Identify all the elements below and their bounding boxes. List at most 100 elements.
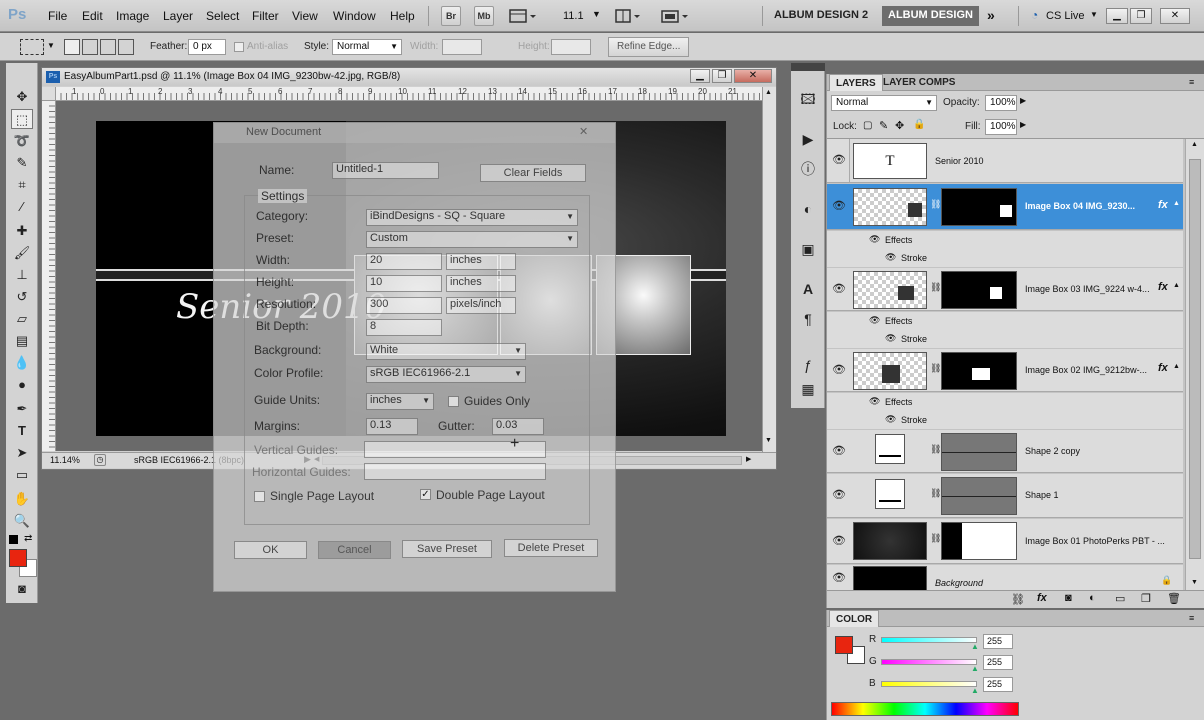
cs-live-button[interactable]: CS Live [1046, 10, 1085, 22]
green-slider-handle-icon[interactable]: ▲ [971, 664, 979, 673]
layer-row-image-box-02[interactable]: 👁 ⛓ Image Box 02 IMG_9212bw-... fx ▲ [827, 349, 1183, 392]
category-select[interactable]: iBindDesigns - SQ - Square ▼ [366, 209, 578, 226]
menu-file[interactable]: File [48, 9, 67, 23]
info-icon[interactable]: ⓘ [797, 159, 819, 179]
rectangle-tool-icon[interactable]: ▭ [11, 465, 33, 485]
color-panel-menu-icon[interactable]: ≡ [1189, 613, 1194, 623]
scroll-thumb[interactable] [1189, 159, 1201, 559]
foreground-color-swatch[interactable] [9, 549, 27, 567]
restore-button[interactable]: ❐ [1130, 8, 1152, 24]
lock-position-icon[interactable]: ✥ [895, 119, 904, 132]
quick-mask-icon[interactable]: ◙ [11, 579, 33, 599]
lock-all-icon[interactable]: 🔒 [913, 119, 925, 130]
swap-colors-icon[interactable]: ⇄ [24, 533, 32, 544]
stroke-row[interactable]: 👁 Stroke [827, 411, 1183, 429]
layers-scrollbar[interactable]: ▲ ▼ [1185, 139, 1204, 591]
navigator-icon[interactable]: ◐ [797, 199, 819, 219]
opacity-input[interactable]: 100% [985, 95, 1017, 111]
move-tool-icon[interactable]: ✥ [11, 87, 33, 107]
ruler-origin[interactable] [42, 87, 56, 101]
menu-image[interactable]: Image [116, 9, 149, 23]
collapse-effects-icon[interactable]: ▲ [1173, 363, 1180, 370]
eyedropper-tool-icon[interactable]: ⁄ [11, 197, 33, 217]
tab-color[interactable]: COLOR [829, 610, 880, 627]
guides-only-checkbox[interactable] [448, 396, 459, 407]
gradient-tool-icon[interactable]: ▤ [11, 331, 33, 351]
save-preset-button[interactable]: Save Preset [402, 540, 492, 558]
actions-icon[interactable]: ƒ [797, 355, 819, 375]
horizontal-ruler[interactable]: 1 0 1 2 3 4 5 6 7 8 9 10 11 12 13 14 15 … [56, 87, 762, 101]
blur-tool-icon[interactable]: 💧 [11, 353, 33, 373]
history-brush-tool-icon[interactable]: ↺ [11, 287, 33, 307]
style-select[interactable]: Normal ▼ [332, 39, 402, 55]
chain-link-icon[interactable]: ⛓ [930, 199, 941, 210]
feather-input[interactable]: 0 px [188, 39, 226, 55]
crop-tool-icon[interactable]: ⌗ [11, 175, 33, 195]
effects-eye-icon[interactable]: 👁 [869, 234, 880, 245]
blue-value-input[interactable]: 255 [983, 677, 1013, 692]
chain-link-icon[interactable]: ⛓ [930, 444, 941, 455]
default-colors-icon[interactable] [9, 535, 18, 544]
chain-link-icon[interactable]: ⛓ [930, 363, 941, 374]
opacity-slider-icon[interactable]: ▶ [1020, 96, 1026, 105]
zoom-percent-field[interactable]: 11.14% [50, 455, 80, 465]
horizontal-guides-input[interactable] [364, 463, 546, 480]
pen-tool-icon[interactable]: ✒ [11, 399, 33, 419]
intersect-selection-icon[interactable] [118, 39, 134, 55]
marquee-tool-icon[interactable]: ⬚ [11, 109, 33, 129]
adjustment-layer-icon[interactable]: ◐ [1089, 592, 1096, 604]
swatches-icon[interactable]: ▦ [797, 379, 819, 399]
tab-layer-comps[interactable]: LAYER COMPS [877, 74, 961, 91]
layer-row-shape-2-copy[interactable]: 👁 ⛓ Shape 2 copy [827, 430, 1183, 473]
chain-link-icon[interactable]: ⛓ [930, 282, 941, 293]
margins-input[interactable]: 0.13 [366, 418, 418, 435]
lock-image-icon[interactable]: ✎ [879, 119, 888, 132]
lasso-tool-icon[interactable]: ➰ [11, 131, 33, 151]
height-input[interactable] [551, 39, 591, 55]
status-info-icon[interactable]: ◷ [94, 454, 106, 466]
add-selection-icon[interactable] [82, 39, 98, 55]
guide-units-select[interactable]: inches ▼ [366, 393, 434, 410]
menu-help[interactable]: Help [390, 9, 415, 23]
refine-edge-button[interactable]: Refine Edge... [608, 37, 690, 57]
color-panel-foreground-swatch[interactable] [835, 636, 853, 654]
scroll-up-icon[interactable]: ▲ [765, 89, 772, 96]
workspace-album-design[interactable]: ALBUM DESIGN [882, 6, 979, 26]
width-unit-select[interactable]: inches [446, 253, 516, 270]
stroke-eye-icon[interactable]: 👁 [885, 333, 896, 344]
stroke-row[interactable]: 👁 Stroke [827, 249, 1183, 267]
subtract-selection-icon[interactable] [100, 39, 116, 55]
menu-view[interactable]: View [292, 9, 318, 23]
new-selection-icon[interactable] [64, 39, 80, 55]
red-slider[interactable] [881, 637, 977, 643]
eraser-tool-icon[interactable]: ▱ [11, 309, 33, 329]
more-workspaces-icon[interactable]: » [987, 7, 995, 23]
menu-select[interactable]: Select [206, 9, 239, 23]
effects-eye-icon[interactable]: 👁 [869, 315, 880, 326]
collapse-effects-icon[interactable]: ▲ [1173, 200, 1180, 207]
gutter-input[interactable]: 0.03 [492, 418, 544, 435]
visibility-eye-icon[interactable]: 👁 [831, 363, 847, 379]
cancel-button[interactable]: Cancel [318, 541, 391, 559]
add-mask-icon[interactable]: ◙ [1065, 592, 1072, 604]
fx-icon[interactable]: fx [1158, 362, 1168, 374]
ok-button[interactable]: OK [234, 541, 307, 559]
zoom-level[interactable]: 11.1 [563, 10, 584, 22]
delete-layer-icon[interactable]: 🗑 [1167, 592, 1181, 605]
fill-slider-icon[interactable]: ▶ [1020, 120, 1026, 129]
layer-row-senior-2010[interactable]: 👁 T Senior 2010 [827, 139, 1183, 183]
new-group-icon[interactable]: ▭ [1115, 592, 1125, 605]
type-tool-icon[interactable]: T [11, 421, 33, 441]
vertical-ruler[interactable] [42, 101, 56, 451]
resolution-unit-select[interactable]: pixels/inch [446, 297, 516, 314]
green-slider[interactable] [881, 659, 977, 665]
new-layer-icon[interactable]: ❐ [1141, 592, 1151, 605]
healing-brush-tool-icon[interactable]: ✚ [11, 221, 33, 241]
visibility-eye-icon[interactable]: 👁 [831, 488, 847, 504]
name-input[interactable]: Untitled-1 [332, 162, 439, 179]
quick-selection-tool-icon[interactable]: ✎ [11, 153, 33, 173]
antialias-checkbox[interactable] [234, 42, 244, 52]
clone-stamp-tool-icon[interactable]: ⊥ [11, 265, 33, 285]
doc-restore-button[interactable]: ❐ [712, 69, 732, 83]
zoom-dropdown-icon[interactable]: ▼ [592, 9, 601, 19]
